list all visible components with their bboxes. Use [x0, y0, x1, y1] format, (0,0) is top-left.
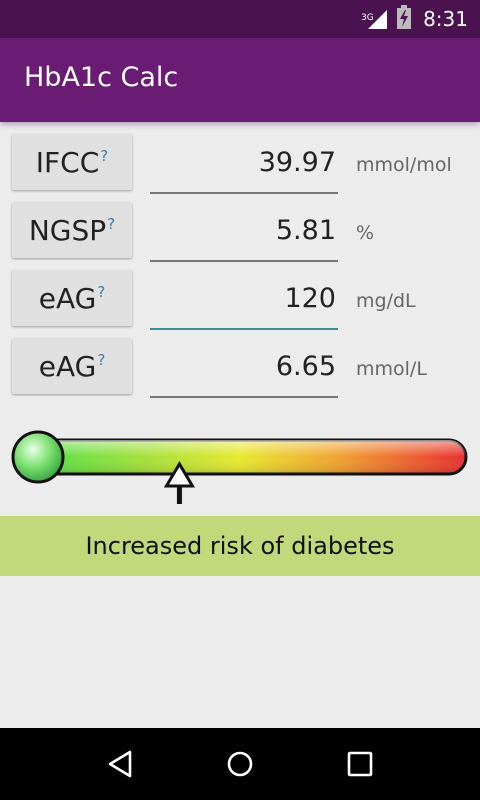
help-mark: ? — [97, 351, 106, 369]
ifcc-help-button[interactable]: IFCC? — [12, 134, 132, 190]
home-button[interactable] — [218, 742, 262, 786]
eag-label: eAG — [38, 281, 97, 315]
recents-button[interactable] — [338, 742, 382, 786]
ifcc-input[interactable]: 39.97 — [150, 140, 338, 190]
ifcc-label: IFCC — [35, 145, 100, 179]
ngsp-input-underline — [150, 260, 338, 262]
help-mark: ? — [100, 147, 109, 165]
risk-banner: Increased risk of diabetes — [0, 516, 480, 576]
home-icon — [227, 751, 253, 777]
eag-mgdl-input[interactable]: 120 — [150, 276, 338, 326]
eag-mgdl-input-underline — [150, 328, 338, 330]
risk-gauge — [0, 420, 480, 520]
eag-mmol-row: eAG? 6.65 mmol/L — [0, 338, 480, 398]
ifcc-unit: mmol/mol — [356, 154, 452, 176]
ngsp-input[interactable]: 5.81 — [150, 208, 338, 258]
ifcc-row: IFCC? 39.97 mmol/mol — [0, 134, 480, 194]
ngsp-row: NGSP? 5.81 % — [0, 202, 480, 262]
eag-mmol-unit: mmol/L — [356, 358, 427, 380]
gauge-knob — [11, 430, 65, 484]
app-title: HbA1c Calc — [24, 62, 179, 93]
signal-icon: 3G — [361, 7, 389, 31]
navigation-bar — [0, 728, 480, 800]
battery-icon — [397, 5, 412, 33]
risk-text: Increased risk of diabetes — [85, 532, 395, 560]
ifcc-input-underline — [150, 192, 338, 194]
network-type-label: 3G — [361, 13, 374, 23]
back-button[interactable] — [98, 742, 142, 786]
help-mark: ? — [107, 215, 116, 233]
ngsp-help-button[interactable]: NGSP? — [12, 202, 132, 258]
ngsp-label: NGSP — [28, 213, 107, 247]
app-bar: HbA1c Calc — [0, 38, 480, 122]
eag-mmol-help-button[interactable]: eAG? — [12, 338, 132, 394]
eag-mgdl-row: eAG? 120 mg/dL — [0, 270, 480, 330]
status-bar: 3G 8:31 — [0, 0, 480, 38]
status-time: 8:31 — [423, 7, 468, 31]
help-mark: ? — [97, 283, 106, 301]
eag-label: eAG — [38, 349, 97, 383]
ngsp-unit: % — [356, 222, 375, 244]
back-icon — [108, 750, 132, 778]
eag-mmol-input[interactable]: 6.65 — [150, 344, 338, 394]
eag-mgdl-help-button[interactable]: eAG? — [12, 270, 132, 326]
status-icons: 3G 8:31 — [361, 0, 468, 38]
eag-mgdl-unit: mg/dL — [356, 290, 416, 312]
eag-mmol-input-underline — [150, 396, 338, 398]
recents-icon — [347, 751, 373, 777]
